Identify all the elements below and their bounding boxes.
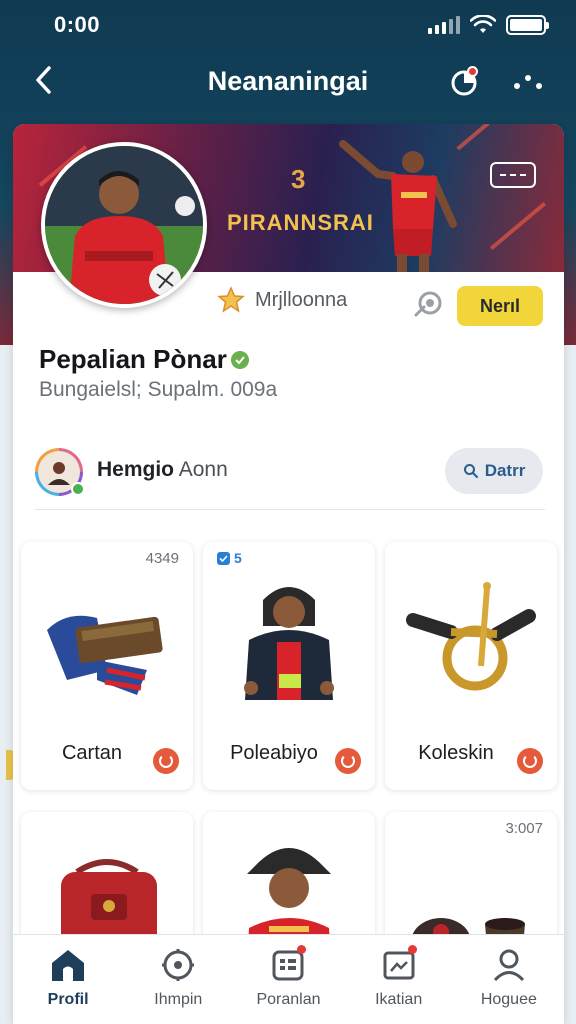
item-label: Cartan (61, 742, 123, 764)
share-button[interactable] (411, 288, 445, 322)
share-icon (414, 291, 442, 317)
wifi-icon (470, 15, 496, 33)
compass-icon (158, 945, 198, 985)
avatar[interactable] (41, 142, 207, 308)
search-button[interactable]: Datrr (445, 448, 543, 494)
tab-hoguee[interactable]: Hoguee (459, 945, 559, 1009)
item-tile-koleskin[interactable]: Koleskin (385, 542, 557, 790)
calendar-icon (268, 945, 308, 985)
golden-horn-icon (401, 570, 541, 710)
tab-ikatian[interactable]: Ikatian (349, 945, 449, 1009)
user-icon (489, 945, 529, 985)
profile-card: 3 PIRANNSRAI Mrjlloonna Nerıl Pepalian P… (13, 124, 564, 1024)
banner-menu-button[interactable] (490, 162, 536, 188)
tab-label: Ihmpin (154, 991, 203, 1008)
dots-icon (514, 75, 542, 89)
back-button[interactable] (26, 62, 62, 98)
signal-icon (428, 16, 460, 34)
friend-name: Hemgio Aonn (97, 458, 228, 482)
tab-label: Poranlan (256, 991, 321, 1008)
notification-dot (407, 945, 417, 954)
friend-row: Hemgio Aonn Datrr (35, 446, 545, 510)
battery-icon (506, 15, 549, 35)
scarf-box-icon (37, 570, 177, 710)
search-button-label: Datrr (484, 461, 526, 480)
friend-name-first: Hemgio (97, 458, 175, 481)
online-indicator (71, 482, 85, 496)
profile-subtitle: Bungaielsl; Supalm. 009a (39, 378, 278, 401)
star-icon (217, 286, 245, 313)
status-icons (428, 15, 549, 35)
tab-label: Hoguee (480, 991, 537, 1008)
person-icon (48, 462, 70, 485)
item-count: 4349 (145, 550, 179, 567)
more-button[interactable] (508, 62, 548, 102)
tab-ihmpin[interactable]: Ihmpin (128, 945, 228, 1009)
follow-button[interactable]: Nerıl (457, 286, 543, 326)
item-count: 3:007 (505, 820, 543, 837)
status-time: 0:00 (54, 12, 101, 37)
tab-label: Ikatian (375, 991, 423, 1008)
image-icon (379, 945, 419, 985)
rank-label: Mrjlloonna (255, 288, 348, 311)
search-icon (463, 464, 478, 478)
page-title: Neananingai (207, 66, 369, 96)
player-avatar-icon (45, 146, 203, 304)
tab-poranlan[interactable]: Poranlan (238, 945, 338, 1009)
verified-icon (230, 350, 249, 369)
tab-label: Profil (47, 991, 89, 1008)
notification-dot (467, 66, 478, 77)
player-figure-icon (339, 140, 457, 272)
notifications-button[interactable] (444, 62, 484, 102)
verified-badge-icon (217, 551, 230, 565)
banner-number: 3 (291, 164, 306, 194)
friend-name-last: Aonn (178, 458, 228, 481)
tab-profil[interactable]: Profil (18, 945, 118, 1009)
rank-row: Mrjlloonna (217, 286, 347, 314)
home-icon (48, 945, 88, 985)
chevron-left-icon (36, 66, 51, 94)
item-badge: 5 (217, 550, 242, 566)
hoodie-figure-icon (219, 570, 359, 710)
item-tile-poleabiyo[interactable]: 5 Poleabiyo (203, 542, 375, 790)
favorite-icon[interactable] (517, 748, 543, 774)
nav-bar: Neananingai (0, 52, 576, 110)
profile-name: Pepalian Pònar (39, 344, 227, 374)
item-label: Poleabiyo (230, 742, 318, 764)
item-tile-cartan[interactable]: 4349 Cartan (21, 542, 193, 790)
favorite-icon[interactable] (153, 748, 179, 774)
favorite-icon[interactable] (335, 748, 361, 774)
tab-bar: Profil Ihmpin Poranlan Ikatian Hoguee (13, 934, 564, 1024)
status-bar: 0:00 (0, 0, 576, 50)
item-label: Koleskin (418, 742, 494, 764)
item-badge-count: 5 (234, 550, 242, 566)
profile-name-row: Pepalian Pònar (39, 344, 249, 375)
